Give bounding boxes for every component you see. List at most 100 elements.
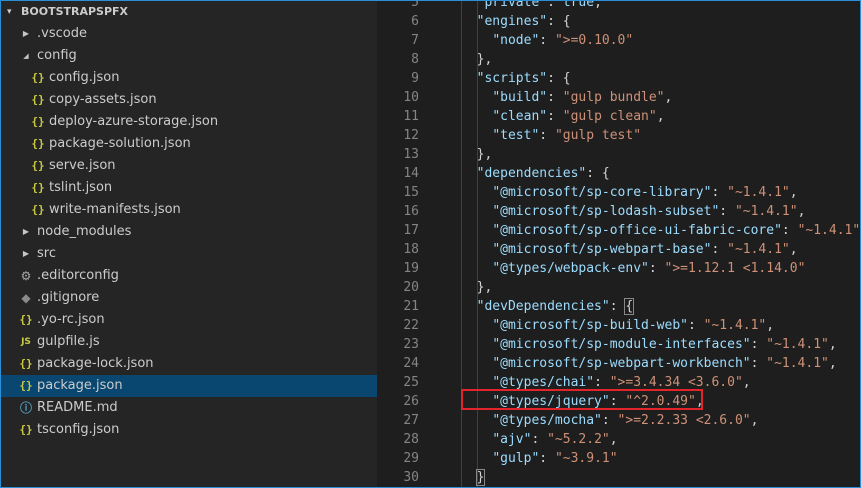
- code-text: "@microsoft/sp-office-ui-fabric-core": "…: [461, 221, 860, 240]
- line-number: 23: [403, 337, 419, 352]
- json-punctuation: }: [475, 469, 486, 486]
- tree-item-label: deploy-azure-storage.json: [49, 114, 219, 129]
- file-item-yo-rc-json[interactable]: {} .yo-rc.json: [1, 309, 377, 331]
- json-icon: {}: [31, 203, 45, 216]
- code-line[interactable]: 16 "@microsoft/sp-lodash-subset": "~1.4.…: [377, 202, 860, 221]
- chevron-right-icon[interactable]: ▶: [21, 23, 31, 45]
- file-item-package-lock-json[interactable]: {} package-lock.json: [1, 353, 377, 375]
- line-number: 29: [403, 451, 419, 466]
- file-item-readme-md[interactable]: ⓘ README.md: [1, 397, 377, 419]
- json-punctuation: :: [531, 432, 548, 447]
- code-line[interactable]: 18 "@microsoft/sp-webpart-base": "~1.4.1…: [377, 240, 860, 259]
- json-string: ">=1.12.1 <1.14.0": [664, 261, 806, 276]
- file-item-tsconfig-json[interactable]: {} tsconfig.json: [1, 419, 377, 441]
- file-item-gitignore[interactable]: ◆ .gitignore: [1, 287, 377, 309]
- json-key: "@microsoft/sp-webpart-base": [492, 242, 712, 257]
- line-number: 9: [411, 71, 419, 86]
- code-line[interactable]: 17 "@microsoft/sp-office-ui-fabric-core"…: [377, 221, 860, 240]
- code-text: "private": true,: [461, 1, 602, 12]
- json-punctuation: },: [476, 280, 493, 295]
- gear-icon: ⚙: [20, 269, 32, 283]
- chevron-right-icon[interactable]: ▶: [21, 221, 31, 243]
- tree-item-label: copy-assets.json: [49, 92, 157, 107]
- code-line[interactable]: 8 },: [377, 50, 860, 69]
- code-line[interactable]: 22 "@microsoft/sp-build-web": "~1.4.1",: [377, 316, 860, 335]
- chevron-down-icon[interactable]: ◢: [21, 45, 31, 67]
- json-punctuation: ,: [828, 337, 837, 352]
- json-string: "~1.4.1": [727, 185, 790, 200]
- code-line[interactable]: 5 "private": true,: [377, 1, 860, 12]
- folder-item-vscode[interactable]: ▶ .vscode: [1, 23, 377, 45]
- code-line[interactable]: 23 "@microsoft/sp-module-interfaces": "~…: [377, 335, 860, 354]
- line-number: 27: [403, 413, 419, 428]
- json-punctuation: :: [547, 1, 563, 10]
- code-line[interactable]: 30 }: [377, 468, 860, 487]
- code-line[interactable]: 21 "devDependencies": {: [377, 297, 860, 316]
- chevron-right-icon[interactable]: ▶: [21, 243, 31, 265]
- line-number: 16: [403, 204, 419, 219]
- code-text: "@microsoft/sp-module-interfaces": "~1.4…: [461, 335, 837, 354]
- explorer-root-header[interactable]: ▾ BOOTSTRAPSPFX: [1, 1, 377, 23]
- code-line[interactable]: 14 "dependencies": {: [377, 164, 860, 183]
- json-key: "@types/mocha": [492, 413, 602, 428]
- chevron-down-icon: ▾: [7, 7, 12, 17]
- json-punctuation: ,: [789, 242, 798, 257]
- json-icon: {}: [19, 313, 33, 326]
- code-text: "@microsoft/sp-webpart-workbench": "~1.4…: [461, 354, 836, 373]
- tree-item-label: .vscode: [37, 26, 87, 41]
- line-number: 25: [403, 375, 419, 390]
- line-number: 30: [403, 470, 419, 485]
- json-icon: {}: [31, 181, 45, 194]
- file-item-serve-json[interactable]: {} serve.json: [1, 155, 377, 177]
- file-item-deploy-azure-storage-json[interactable]: {} deploy-azure-storage.json: [1, 111, 377, 133]
- file-item-package-json[interactable]: {} package.json: [1, 375, 377, 397]
- tree-item-label: config: [37, 48, 77, 63]
- json-string: "~1.4.1": [734, 204, 798, 219]
- code-line[interactable]: 20 },: [377, 278, 860, 297]
- info-icon: ⓘ: [19, 401, 32, 415]
- file-item-tslint-json[interactable]: {} tslint.json: [1, 177, 377, 199]
- json-punctuation: },: [476, 52, 493, 67]
- vscode-window: ▾ BOOTSTRAPSPFX ▶ .vscode ◢ config {} config.…: [0, 0, 861, 488]
- json-punctuation: :: [547, 90, 563, 105]
- code-line[interactable]: 19 "@types/webpack-env": ">=1.12.1 <1.14…: [377, 259, 860, 278]
- code-line[interactable]: 15 "@microsoft/sp-core-library": "~1.4.1…: [377, 183, 860, 202]
- file-item-editorconfig[interactable]: ⚙ .editorconfig: [1, 265, 377, 287]
- code-line[interactable]: 6 "engines": {: [377, 12, 860, 31]
- code-line[interactable]: 27 "@types/mocha": ">=2.2.33 <2.6.0",: [377, 411, 860, 430]
- file-item-package-solution-json[interactable]: {} package-solution.json: [1, 133, 377, 155]
- json-punctuation: : {: [586, 166, 610, 181]
- code-line[interactable]: 29 "gulp": "~3.9.1": [377, 449, 860, 468]
- json-key: "test": [492, 128, 540, 143]
- tree-item-label: tsconfig.json: [37, 422, 120, 437]
- json-string: "~1.4.1": [797, 223, 860, 238]
- file-tree: ▶ .vscode ◢ config {} config.json {} copy-asset…: [1, 23, 377, 441]
- tree-item-label: node_modules: [37, 224, 132, 239]
- code-line[interactable]: 7 "node": ">=0.10.0": [377, 31, 860, 50]
- code-text: },: [461, 50, 493, 69]
- json-key: "@microsoft/sp-webpart-workbench": [492, 356, 751, 371]
- code-editor[interactable]: 5 "private": true, 6 "engines": {7 "node"…: [377, 1, 860, 487]
- folder-item-node-modules[interactable]: ▶ node_modules: [1, 221, 377, 243]
- file-item-config-json[interactable]: {} config.json: [1, 67, 377, 89]
- code-line[interactable]: 11 "clean": "gulp clean",: [377, 107, 860, 126]
- json-key: "dependencies": [476, 166, 587, 181]
- json-key: "clean": [492, 109, 548, 124]
- code-text: "ajv": "~5.2.2",: [461, 430, 618, 449]
- code-line[interactable]: 28 "ajv": "~5.2.2",: [377, 430, 860, 449]
- file-item-copy-assets-json[interactable]: {} copy-assets.json: [1, 89, 377, 111]
- json-string: "gulp clean": [562, 109, 657, 124]
- code-line[interactable]: 10 "build": "gulp bundle",: [377, 88, 860, 107]
- folder-item-src[interactable]: ▶ src: [1, 243, 377, 265]
- file-item-gulpfile-js[interactable]: JS gulpfile.js: [1, 331, 377, 353]
- file-item-write-manifests-json[interactable]: {} write-manifests.json: [1, 199, 377, 221]
- tree-item-label: .gitignore: [37, 290, 100, 305]
- folder-item-config[interactable]: ◢ config: [1, 45, 377, 67]
- code-line[interactable]: 24 "@microsoft/sp-webpart-workbench": "~…: [377, 354, 860, 373]
- code-line[interactable]: 12 "test": "gulp test": [377, 126, 860, 145]
- code-line[interactable]: 13 },: [377, 145, 860, 164]
- tree-item-label: serve.json: [49, 158, 116, 173]
- json-punctuation: ,: [609, 432, 618, 447]
- code-line[interactable]: 9 "scripts": {: [377, 69, 860, 88]
- code-text: "engines": {: [461, 12, 571, 31]
